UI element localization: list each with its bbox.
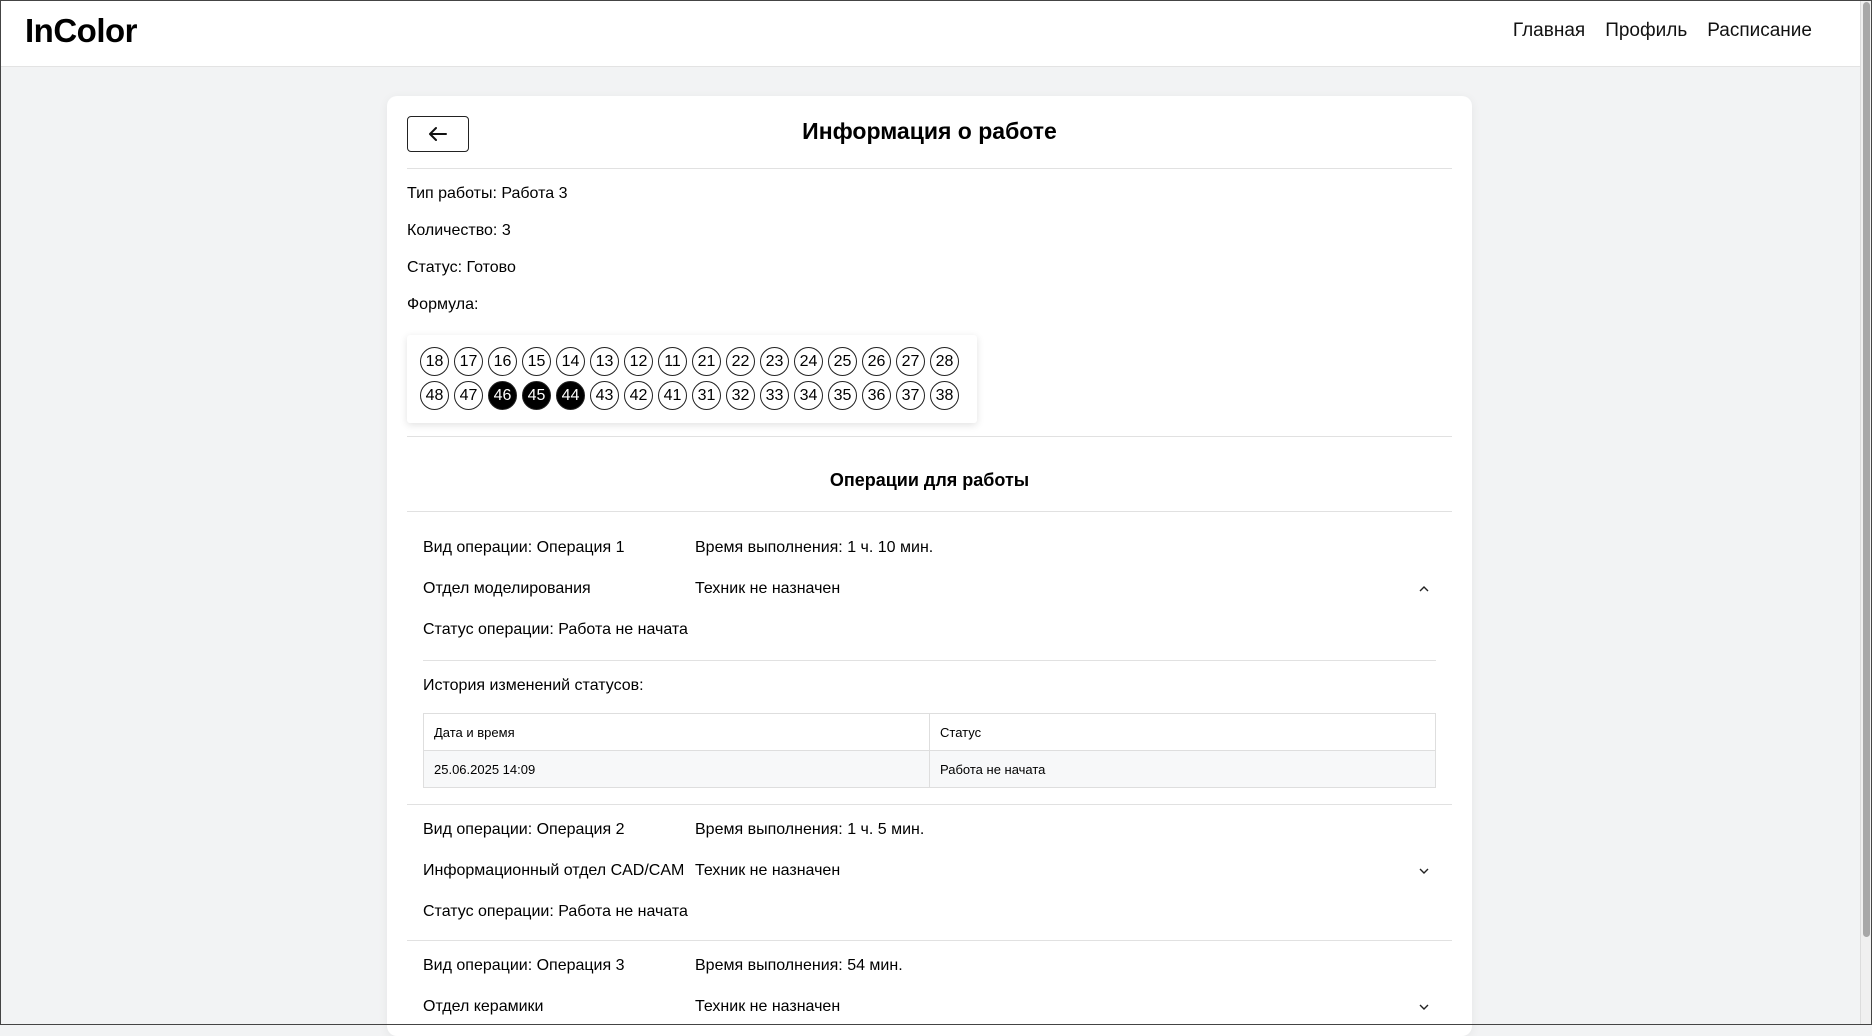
tooth-41[interactable]: 41 <box>658 381 687 410</box>
work-status: Статус: Готово <box>407 259 516 276</box>
tooth-35[interactable]: 35 <box>828 381 857 410</box>
page-title: Информация о работе <box>802 118 1057 144</box>
operation-dept: Информационный отдел CAD/CAM <box>423 862 685 879</box>
collapse-button[interactable] <box>1412 568 1436 609</box>
tooth-25[interactable]: 25 <box>828 347 857 376</box>
operation-time: Время выполнения: 1 ч. 5 мин. <box>695 821 925 838</box>
tooth-16[interactable]: 16 <box>488 347 517 376</box>
tooth-row-lower: 48 47 46 45 44 43 42 41 31 32 33 34 35 36 37 38 <box>420 381 977 410</box>
operation-status: Статус операции: Работа не начата <box>423 621 688 638</box>
operation-item: Вид операции: Операция 2 Время выполнени… <box>407 805 1452 941</box>
operation-tech: Техник не назначен <box>695 998 841 1015</box>
operation-time: Время выполнения: 54 мин. <box>695 957 903 974</box>
operation-kind: Вид операции: Операция 3 <box>423 957 625 974</box>
operation-tech: Техник не назначен <box>695 580 841 597</box>
operation-summary[interactable]: Вид операции: Операция 1 Время выполнени… <box>423 512 1436 650</box>
operation-item: Вид операции: Операция 3 Время выполнени… <box>407 941 1452 1027</box>
operation-summary[interactable]: Вид операции: Операция 3 Время выполнени… <box>423 941 1436 1027</box>
operation-tech: Техник не назначен <box>695 862 841 879</box>
expand-button[interactable] <box>1412 850 1436 891</box>
tooth-28[interactable]: 28 <box>930 347 959 376</box>
tooth-37[interactable]: 37 <box>896 381 925 410</box>
status-history: История изменений статусов: Дата и время… <box>423 660 1436 804</box>
history-table: Дата и время Статус 25.06.2025 14:09 Раб… <box>423 713 1436 788</box>
tooth-22[interactable]: 22 <box>726 347 755 376</box>
tooth-15[interactable]: 15 <box>522 347 551 376</box>
tooth-21[interactable]: 21 <box>692 347 721 376</box>
cell-datetime: 25.06.2025 14:09 <box>423 750 930 788</box>
tooth-33[interactable]: 33 <box>760 381 789 410</box>
tooth-24[interactable]: 24 <box>794 347 823 376</box>
tooth-42[interactable]: 42 <box>624 381 653 410</box>
operation-time: Время выполнения: 1 ч. 10 мин. <box>695 539 934 556</box>
chevron-up-icon <box>1419 585 1429 591</box>
table-header-row: Дата и время Статус <box>423 713 1436 751</box>
tooth-27[interactable]: 27 <box>896 347 925 376</box>
nav-link-home[interactable]: Главная <box>1513 20 1585 42</box>
scrollbar-thumb[interactable] <box>1863 2 1870 937</box>
top-header: InColor Главная Профиль Расписание <box>0 0 1860 67</box>
tooth-32[interactable]: 32 <box>726 381 755 410</box>
tooth-36[interactable]: 36 <box>862 381 891 410</box>
operations-title: Операции для работы <box>407 450 1452 512</box>
tooth-26[interactable]: 26 <box>862 347 891 376</box>
tooth-18[interactable]: 18 <box>420 347 449 376</box>
app-logo[interactable]: InColor <box>25 12 137 50</box>
tooth-31[interactable]: 31 <box>692 381 721 410</box>
work-info: Тип работы: Работа 3 Количество: 3 Стату… <box>407 169 1452 323</box>
operation-item: Вид операции: Операция 1 Время выполнени… <box>407 512 1452 805</box>
tooth-12[interactable]: 12 <box>624 347 653 376</box>
chevron-down-icon <box>1419 1004 1429 1010</box>
operation-status: Статус операции: Работа не начата <box>423 903 688 920</box>
vertical-scrollbar[interactable] <box>1860 0 1872 1025</box>
history-title: История изменений статусов: <box>423 677 644 694</box>
nav-link-schedule[interactable]: Расписание <box>1707 20 1812 42</box>
tooth-48[interactable]: 48 <box>420 381 449 410</box>
tooth-46[interactable]: 46 <box>488 381 517 410</box>
tooth-formula: 18 17 16 15 14 13 12 11 21 22 23 24 25 26 27 28 48 47 46 4… <box>407 335 977 423</box>
operation-kind: Вид операции: Операция 1 <box>423 539 625 556</box>
main-nav: Главная Профиль Расписание <box>1513 20 1812 42</box>
card-header: Информация о работе <box>407 96 1452 169</box>
operation-kind: Вид операции: Операция 2 <box>423 821 625 838</box>
tooth-47[interactable]: 47 <box>454 381 483 410</box>
tooth-43[interactable]: 43 <box>590 381 619 410</box>
work-quantity: Количество: 3 <box>407 222 511 239</box>
tooth-23[interactable]: 23 <box>760 347 789 376</box>
work-type: Тип работы: Работа 3 <box>407 185 568 202</box>
operation-summary[interactable]: Вид операции: Операция 2 Время выполнени… <box>423 805 1436 940</box>
nav-link-profile[interactable]: Профиль <box>1605 20 1687 42</box>
tooth-34[interactable]: 34 <box>794 381 823 410</box>
tooth-11[interactable]: 11 <box>658 347 687 376</box>
column-header-status: Статус <box>929 713 1436 751</box>
tooth-row-upper: 18 17 16 15 14 13 12 11 21 22 23 24 25 26 27 28 <box>420 347 977 376</box>
divider <box>407 436 1452 437</box>
tooth-44[interactable]: 44 <box>556 381 585 410</box>
cell-status: Работа не начата <box>929 750 1436 788</box>
tooth-17[interactable]: 17 <box>454 347 483 376</box>
expand-button[interactable] <box>1412 986 1436 1027</box>
tooth-14[interactable]: 14 <box>556 347 585 376</box>
chevron-down-icon <box>1419 868 1429 874</box>
column-header-datetime: Дата и время <box>423 713 930 751</box>
work-info-card: Информация о работе Тип работы: Работа 3… <box>387 96 1472 1036</box>
formula-label: Формула: <box>407 296 479 313</box>
tooth-13[interactable]: 13 <box>590 347 619 376</box>
operation-dept: Отдел моделирования <box>423 580 591 597</box>
operation-dept: Отдел керамики <box>423 998 544 1015</box>
table-row: 25.06.2025 14:09 Работа не начата <box>423 750 1436 788</box>
tooth-45[interactable]: 45 <box>522 381 551 410</box>
tooth-38[interactable]: 38 <box>930 381 959 410</box>
